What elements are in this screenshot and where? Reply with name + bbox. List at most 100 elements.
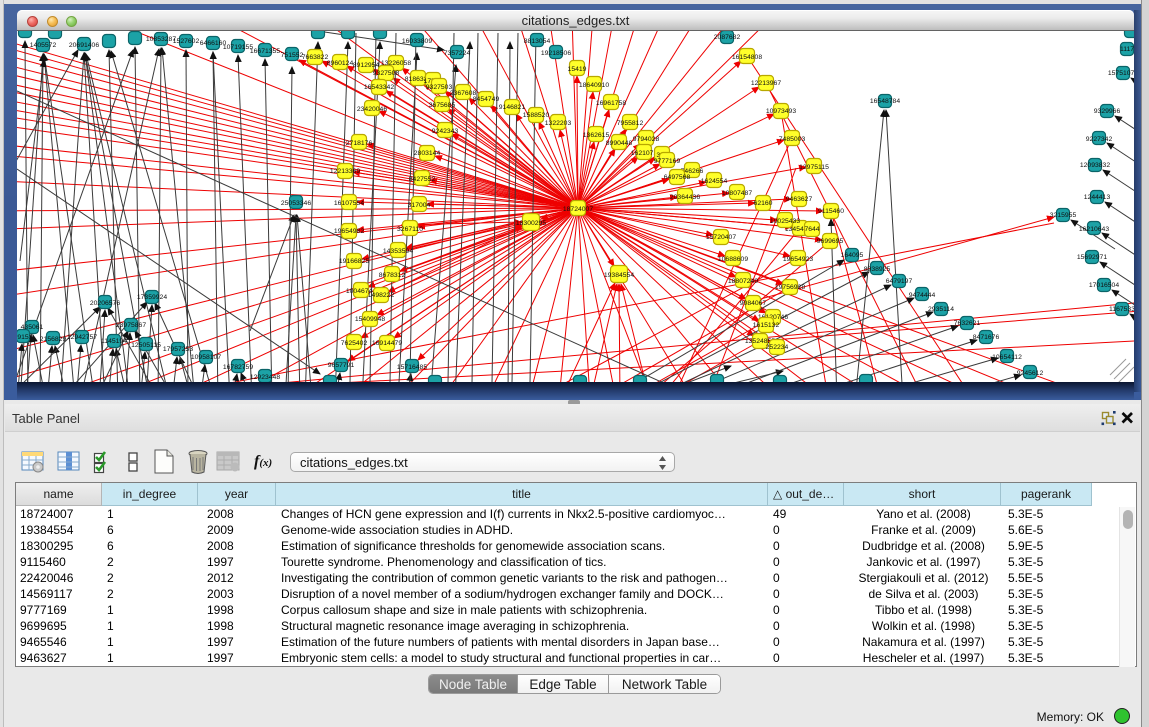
svg-text:16107554: 16107554 — [334, 200, 364, 207]
svg-text:19218506: 19218506 — [541, 50, 571, 57]
svg-text:8454749: 8454749 — [473, 96, 500, 103]
svg-text:15716485: 15716485 — [397, 364, 427, 371]
svg-text:12942757: 12942757 — [67, 334, 97, 341]
svg-text:9327503: 9327503 — [426, 84, 453, 91]
svg-text:39151: 39151 — [17, 334, 33, 341]
svg-text:16154808: 16154808 — [732, 54, 762, 61]
svg-text:1244413: 1244413 — [1084, 194, 1111, 201]
svg-text:8813054: 8813054 — [524, 38, 551, 45]
svg-text:9115460: 9115460 — [818, 208, 844, 215]
svg-text:10853287: 10853287 — [146, 36, 176, 43]
svg-text:12213967: 12213967 — [751, 80, 781, 87]
svg-text:9146821: 9146821 — [499, 104, 526, 111]
svg-text:1362615: 1362615 — [583, 132, 610, 139]
svg-text:19654923: 19654923 — [783, 256, 813, 263]
svg-text:8960124: 8960124 — [327, 60, 354, 67]
svg-text:9463627: 9463627 — [786, 196, 813, 203]
svg-text:8427552: 8427552 — [409, 176, 436, 183]
svg-text:164095: 164095 — [841, 252, 864, 259]
svg-text:1167533: 1167533 — [1109, 306, 1134, 313]
svg-text:1322203: 1322203 — [545, 120, 572, 127]
svg-text:7632621: 7632621 — [954, 320, 981, 327]
svg-text:3215955: 3215955 — [1050, 212, 1077, 219]
svg-text:1117: 1117 — [1120, 46, 1134, 53]
svg-text:19756928: 19756928 — [775, 284, 805, 291]
svg-text:8471676: 8471676 — [973, 334, 1000, 341]
svg-text:317004: 317004 — [408, 202, 431, 209]
svg-text:16671355: 16671355 — [250, 48, 280, 55]
svg-text:15692971: 15692971 — [1077, 254, 1107, 261]
svg-text:3675685: 3675685 — [429, 102, 456, 109]
svg-text:1588520: 1588520 — [523, 112, 550, 119]
svg-text:19654982: 19654982 — [334, 228, 364, 235]
svg-text:10654112: 10654112 — [992, 354, 1022, 361]
svg-text:10973493: 10973493 — [766, 108, 796, 115]
svg-text:17016504: 17016504 — [1089, 282, 1119, 289]
svg-text:1615132: 1615132 — [753, 322, 780, 329]
svg-text:12923448: 12923448 — [250, 374, 280, 381]
svg-text:16914479: 16914479 — [372, 340, 402, 347]
svg-text:2803144: 2803144 — [414, 150, 441, 157]
svg-text:8990448: 8990448 — [606, 140, 633, 147]
svg-text:19384554: 19384554 — [604, 272, 634, 279]
svg-text:18640910: 18640910 — [579, 82, 609, 89]
svg-text:9327508: 9327508 — [373, 70, 400, 77]
svg-text:7955812: 7955812 — [617, 120, 644, 127]
svg-text:19166825: 19166825 — [339, 258, 369, 265]
svg-text:20364436: 20364436 — [670, 194, 700, 201]
svg-text:2087682: 2087682 — [714, 34, 741, 41]
svg-text:1145194: 1145194 — [101, 338, 127, 345]
svg-text:16961758: 16961758 — [596, 100, 626, 107]
svg-text:1498222: 1498222 — [368, 292, 395, 299]
svg-text:2156829: 2156829 — [40, 336, 67, 343]
svg-text:9794028: 9794028 — [633, 136, 660, 143]
svg-text:10719155: 10719155 — [223, 44, 253, 51]
svg-text:25053346: 25053346 — [281, 200, 311, 207]
svg-text:12213369: 12213369 — [330, 168, 360, 175]
svg-text:3267110: 3267110 — [397, 226, 423, 233]
svg-text:62160: 62160 — [754, 200, 773, 207]
svg-text:23420046: 23420046 — [357, 106, 387, 113]
svg-text:14353594: 14353594 — [383, 248, 413, 255]
svg-text:9699695: 9699695 — [817, 238, 844, 245]
svg-text:16210643: 16210643 — [1079, 226, 1109, 233]
svg-text:9657791: 9657791 — [328, 362, 355, 369]
svg-text:7663822: 7663822 — [302, 54, 329, 61]
svg-text:2718176: 2718176 — [346, 140, 373, 147]
svg-text:16548784: 16548784 — [870, 98, 900, 105]
svg-text:16033809: 16033809 — [402, 38, 432, 45]
svg-text:6497568: 6497568 — [664, 174, 691, 181]
svg-text:15751074: 15751074 — [1108, 70, 1134, 77]
svg-text:15720407: 15720407 — [706, 234, 736, 241]
svg-text:15419: 15419 — [568, 66, 587, 73]
svg-text:20691406: 20691406 — [69, 42, 99, 49]
svg-text:12975115: 12975115 — [799, 164, 829, 171]
svg-text:9329966: 9329966 — [1094, 108, 1121, 115]
svg-text:8912954: 8912954 — [353, 62, 380, 69]
svg-text:9227342: 9227342 — [1086, 136, 1113, 143]
svg-text:18807249: 18807249 — [728, 278, 758, 285]
svg-text:1624554: 1624554 — [701, 178, 728, 185]
svg-text:9474444: 9474444 — [909, 292, 936, 299]
svg-text:8678312: 8678312 — [379, 272, 406, 279]
svg-text:1527602: 1527602 — [173, 38, 200, 45]
svg-text:12093832: 12093832 — [1080, 162, 1110, 169]
svg-text:7625402: 7625402 — [341, 340, 368, 347]
svg-text:7644: 7644 — [804, 226, 819, 233]
svg-text:16543342: 16543342 — [364, 84, 394, 91]
svg-text:9084067: 9084067 — [740, 300, 767, 307]
svg-text:6479197: 6479197 — [886, 278, 913, 285]
svg-text:18300295: 18300295 — [516, 220, 546, 227]
svg-text:18724007: 18724007 — [563, 206, 593, 213]
svg-text:10807487: 10807487 — [722, 190, 752, 197]
svg-text:9242343: 9242343 — [432, 128, 459, 135]
svg-text:9777169: 9777169 — [654, 158, 681, 165]
svg-text:15409948: 15409948 — [355, 316, 385, 323]
svg-text:9245612: 9245612 — [1017, 370, 1044, 377]
svg-text:2935114: 2935114 — [928, 306, 954, 313]
svg-text:7485003: 7485003 — [779, 136, 806, 143]
svg-text:10688609: 10688609 — [718, 256, 748, 263]
svg-text:17957253: 17957253 — [163, 346, 193, 353]
svg-text:10958107: 10958107 — [191, 354, 221, 361]
svg-text:10025433: 10025433 — [770, 218, 800, 225]
